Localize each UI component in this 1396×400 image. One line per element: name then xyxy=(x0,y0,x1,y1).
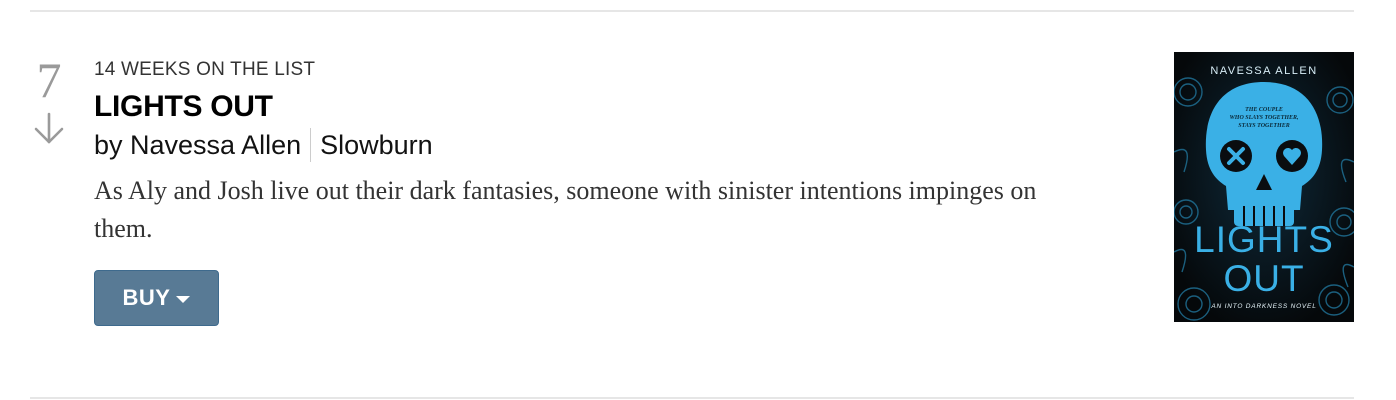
book-entry: 14 WEEKS ON THE LIST LIGHTS OUT by Naves… xyxy=(94,58,1134,248)
byline-row: by Navessa Allen Slowburn xyxy=(94,128,1134,162)
rank-number: 7 xyxy=(36,52,62,108)
caret-down-icon xyxy=(176,296,191,303)
book-cover-image[interactable]: NAVESSA ALLEN THE COUPLE WHO SLAYS TOGET… xyxy=(1174,52,1354,322)
weeks-on-list: 14 WEEKS ON THE LIST xyxy=(94,59,316,80)
cover-tagline-3: STAYS TOGETHER xyxy=(1238,123,1289,129)
book-description: As Aly and Josh live out their dark fant… xyxy=(94,176,1037,243)
bottom-divider xyxy=(30,397,1354,399)
buy-button-label: BUY xyxy=(122,285,171,310)
cover-author: NAVESSA ALLEN xyxy=(1210,65,1317,77)
cover-series: AN INTO DARKNESS NOVEL xyxy=(1210,303,1316,310)
arrow-down-icon xyxy=(34,112,64,144)
cover-title-line-2: OUT xyxy=(1223,258,1304,299)
buy-button[interactable]: BUY xyxy=(94,270,219,326)
publisher-name: Slowburn xyxy=(320,130,433,160)
book-title[interactable]: LIGHTS OUT xyxy=(94,90,1134,124)
byline-separator xyxy=(310,128,312,162)
cover-title-line-1: LIGHTS xyxy=(1194,219,1334,260)
author-byline: by Navessa Allen xyxy=(94,130,302,160)
top-divider xyxy=(30,10,1354,12)
cover-art: NAVESSA ALLEN THE COUPLE WHO SLAYS TOGET… xyxy=(1174,52,1354,322)
cover-tagline-2: WHO SLAYS TOGETHER, xyxy=(1229,115,1298,121)
cover-tagline-1: THE COUPLE xyxy=(1245,107,1283,113)
